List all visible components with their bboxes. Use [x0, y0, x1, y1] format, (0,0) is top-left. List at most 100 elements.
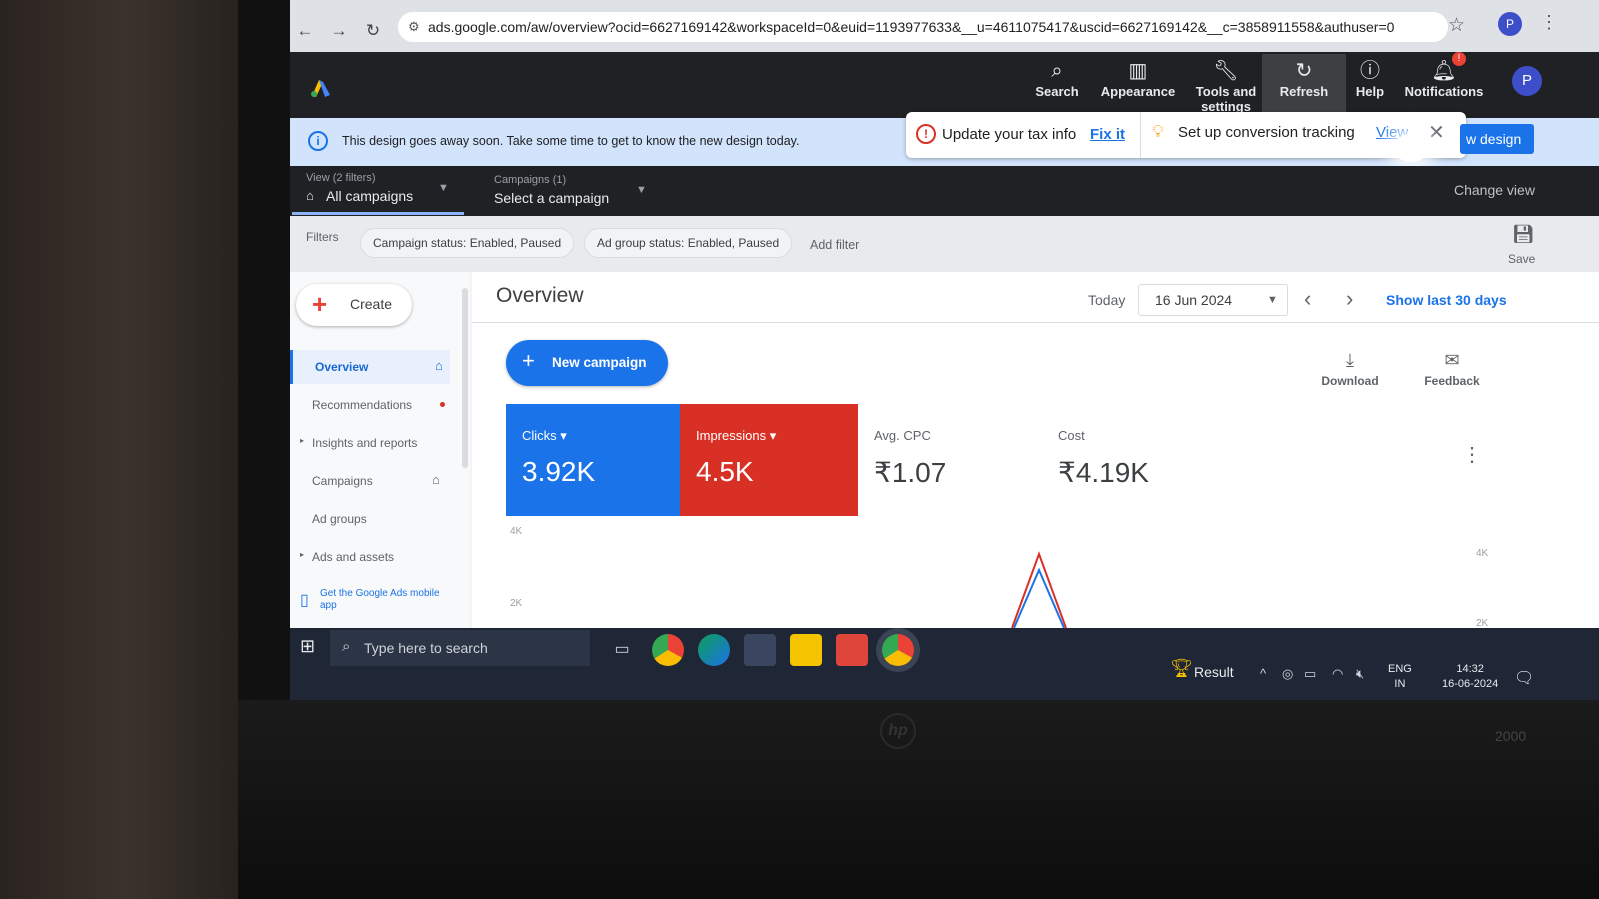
screen: ← → ↻ ⚙ ads.google.com/aw/overview?ocid=… [290, 0, 1599, 700]
sidebar-item-label: Overview [315, 360, 369, 374]
navigation-sidebar: + Create Overview ⌂ Recommendations ▸ In… [290, 272, 470, 628]
meet-now-icon[interactable]: ◎ [1282, 666, 1293, 682]
header-tools-label: Tools and settings [1195, 84, 1257, 114]
new-campaign-button[interactable]: + New campaign [506, 340, 668, 386]
sidebar-item-campaigns[interactable]: Campaigns ⌂ [290, 464, 450, 498]
date-picker[interactable]: 16 Jun 2024 ▼ [1138, 284, 1288, 316]
metric-card-impressions[interactable]: Impressions ▾ 4.5K [680, 404, 858, 516]
more-options-icon[interactable]: ⋮ [1462, 442, 1482, 467]
sidebar-item-ad-groups[interactable]: Ad groups [290, 502, 450, 536]
metric-card-clicks[interactable]: Clicks ▾ 3.92K [506, 404, 680, 516]
back-icon[interactable]: ← [294, 20, 316, 42]
browser-menu-icon[interactable]: ⋮ [1540, 12, 1558, 33]
campaign-status-filter-chip[interactable]: Campaign status: Enabled, Paused [360, 228, 575, 258]
mute-icon[interactable]: 🔇︎ [1356, 666, 1364, 682]
result-widget[interactable]: Result [1194, 664, 1234, 680]
sidebar-item-overview[interactable]: Overview ⌂ [290, 350, 450, 384]
close-icon[interactable]: ✕ [1428, 120, 1445, 145]
create-label: Create [350, 296, 393, 312]
campaign-selector[interactable]: Select a campaign [494, 190, 609, 206]
hp-logo: hp [880, 713, 916, 749]
change-view-button[interactable]: Change view [1454, 182, 1535, 198]
add-filter-button[interactable]: Add filter [810, 238, 859, 252]
appearance-icon: ▥ [1128, 60, 1148, 82]
tray-chevron-icon[interactable]: ^ [1260, 666, 1266, 681]
header-help-label: Help [1355, 84, 1385, 99]
address-bar[interactable]: ⚙ ads.google.com/aw/overview?ocid=662716… [398, 12, 1448, 42]
view-selector[interactable]: All campaigns [326, 188, 413, 204]
action-center-icon[interactable]: 🗨︎ [1514, 668, 1534, 688]
try-new-design-button[interactable]: w design [1460, 124, 1534, 154]
header-help-button[interactable]: ⓘ Help [1328, 58, 1412, 99]
campaigns-filter-label: Campaigns (1) [494, 174, 567, 186]
chrome-icon[interactable] [652, 634, 684, 666]
notification-badge: ! [1452, 52, 1466, 66]
clock[interactable]: 14:32 16-06-2024 [1442, 662, 1498, 692]
mobile-app-link[interactable]: Get the Google Ads mobile app [320, 588, 440, 612]
taskbar-search-placeholder: Type here to search [364, 640, 488, 656]
download-icon: ⤓ [1346, 350, 1354, 370]
previous-period-icon[interactable]: ‹ [1304, 286, 1311, 312]
sidebar-item-label: Ad groups [312, 512, 367, 526]
search-icon: ⌕ [342, 638, 351, 655]
metric-label: Cost [1058, 428, 1085, 443]
account-avatar[interactable]: P [1512, 66, 1542, 96]
reload-icon[interactable]: ↻ [362, 20, 384, 42]
wrench-icon: 🔧︎ [1213, 60, 1239, 82]
header-search-button[interactable]: ⌕ Search [1015, 58, 1099, 99]
sticky-notes-icon[interactable] [790, 634, 822, 666]
task-view-icon[interactable]: ▭ [606, 634, 638, 666]
header-tools-button[interactable]: 🔧︎ Tools and settings [1184, 58, 1268, 118]
wifi-icon[interactable]: ◠ [1332, 666, 1343, 682]
metric-label: Clicks ▾ [522, 428, 567, 443]
browser-profile-avatar[interactable]: P [1498, 12, 1522, 36]
sidebar-item-label: Recommendations [312, 398, 413, 412]
sidebar-item-recommendations[interactable]: Recommendations [290, 388, 450, 422]
battery-icon[interactable]: ▭ [1304, 666, 1316, 682]
next-period-icon[interactable]: › [1346, 286, 1353, 312]
taskbar-search-box[interactable]: ⌕ Type here to search [330, 630, 590, 666]
edge-icon[interactable] [698, 634, 730, 666]
header-notifications-button[interactable]: 🔔︎ Notifications [1402, 58, 1486, 99]
forward-icon[interactable]: → [328, 20, 350, 42]
clicks-series-line [1013, 567, 1065, 628]
header-appearance-button[interactable]: ▥ Appearance [1096, 58, 1180, 99]
sidebar-scrollbar[interactable] [462, 288, 468, 468]
ad-group-status-filter-chip[interactable]: Ad group status: Enabled, Paused [584, 228, 793, 258]
chevron-down-icon[interactable]: ▼ [438, 182, 449, 194]
sidebar-item-ads-and-assets[interactable]: ▸ Ads and assets [290, 540, 450, 574]
filter-bar: Filters Campaign status: Enabled, Paused… [290, 216, 1599, 272]
fix-tax-link[interactable]: Fix it [1090, 126, 1125, 143]
sidebar-item-label: Insights and reports [312, 436, 418, 450]
windows-start-icon[interactable]: ⊞ [300, 636, 315, 657]
filters-label: Filters [306, 230, 339, 244]
save-label[interactable]: Save [1508, 252, 1535, 266]
tax-and-conversion-notice: ! Update your tax info Fix it 💡︎ Set up … [906, 112, 1466, 158]
chrome-active-icon[interactable] [882, 634, 914, 666]
site-settings-icon[interactable]: ⚙ [408, 12, 420, 42]
create-button[interactable]: + Create [296, 284, 412, 326]
google-ads-logo[interactable] [310, 76, 332, 98]
bell-icon: 🔔︎ [1431, 60, 1457, 82]
performance-chart: 4K 2K 4K 2K [510, 526, 1489, 628]
monitor-bezel-lower [238, 700, 1599, 899]
screen-glare [1393, 134, 1429, 162]
overview-main: Overview Today 16 Jun 2024 ▼ ‹ › Show la… [472, 272, 1599, 628]
tax-notice-text: Update your tax info [942, 126, 1077, 143]
plus-icon: + [312, 289, 328, 319]
sidebar-item-insights[interactable]: ▸ Insights and reports [290, 426, 450, 460]
feedback-button[interactable]: ✉ Feedback [1412, 350, 1492, 388]
metric-label: Avg. CPC [874, 428, 931, 443]
info-icon: i [308, 131, 328, 151]
download-button[interactable]: ⤓ Download [1310, 350, 1390, 388]
input-language[interactable]: ENG IN [1388, 662, 1412, 692]
sidebar-item-label: Ads and assets [312, 550, 395, 564]
save-icon[interactable]: 💾︎ [1512, 224, 1535, 245]
chevron-down-icon[interactable]: ▼ [636, 184, 647, 196]
show-last-30-days-link[interactable]: Show last 30 days [1386, 292, 1507, 308]
bookmark-star-icon[interactable]: ☆ [1448, 14, 1465, 37]
media-app-icon[interactable] [836, 634, 868, 666]
metric-card-avg-cpc[interactable]: Avg. CPC ₹1.07 [858, 404, 1042, 516]
photos-icon[interactable] [744, 634, 776, 666]
metric-card-cost[interactable]: Cost ₹4.19K [1042, 404, 1232, 516]
